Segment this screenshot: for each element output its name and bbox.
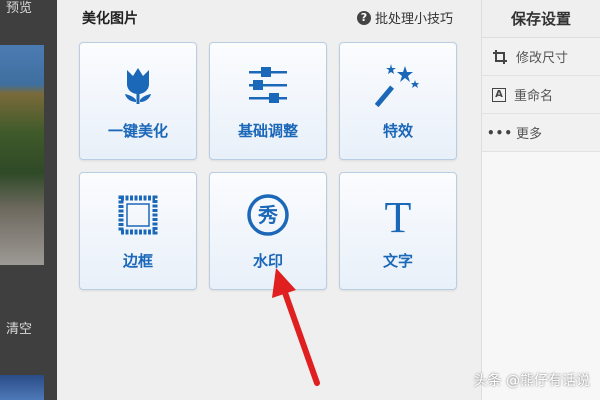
tulip-icon bbox=[125, 67, 151, 104]
save-settings-title[interactable]: 保存设置 bbox=[482, 0, 600, 38]
watermark-button[interactable]: 秀 水印 bbox=[209, 172, 327, 290]
seal-char: 秀 bbox=[257, 203, 278, 227]
text-icon: T bbox=[385, 193, 412, 238]
source-watermark: 头条 @熊仔有话说 bbox=[473, 373, 590, 389]
watermark-seal-icon: 秀 bbox=[247, 193, 289, 236]
image-thumbnail[interactable] bbox=[0, 45, 44, 265]
save-settings-panel: 保存设置 修改尺寸 A 重命名 ••• 更多 bbox=[481, 0, 600, 400]
left-preview-strip: 预览 清空 bbox=[0, 0, 57, 400]
frame-button[interactable]: 边框 bbox=[79, 172, 197, 290]
magic-wand-icon bbox=[375, 63, 419, 107]
frame-icon bbox=[118, 195, 158, 234]
question-icon: ? bbox=[356, 10, 371, 25]
rename-button[interactable]: A 重命名 bbox=[482, 76, 600, 114]
rename-icon: A bbox=[492, 87, 506, 102]
side-item-label: 重命名 bbox=[514, 89, 554, 104]
tile-label: 文字 bbox=[382, 251, 413, 270]
tile-label: 一键美化 bbox=[107, 121, 168, 140]
tips-link-label: 批处理小技巧 bbox=[374, 12, 453, 27]
one-click-beautify-button[interactable]: 一键美化 bbox=[79, 42, 197, 160]
text-button[interactable]: T 文字 bbox=[339, 172, 457, 290]
panel-title: 美化图片 bbox=[82, 11, 138, 27]
more-icon: ••• bbox=[487, 125, 514, 140]
text-glyph: T bbox=[385, 193, 412, 238]
basic-adjust-button[interactable]: 基础调整 bbox=[209, 42, 327, 160]
image-thumbnail[interactable] bbox=[0, 375, 44, 400]
more-button[interactable]: ••• 更多 bbox=[482, 114, 600, 152]
sliders-icon bbox=[249, 66, 287, 103]
batch-tips-link[interactable]: ? 批处理小技巧 bbox=[356, 8, 453, 27]
preview-label[interactable]: 预览 bbox=[6, 0, 32, 16]
tile-label: 基础调整 bbox=[237, 121, 298, 140]
clear-button[interactable]: 清空 bbox=[6, 318, 32, 337]
tile-label: 水印 bbox=[252, 251, 283, 270]
tile-label: 特效 bbox=[382, 121, 413, 140]
side-item-label: 更多 bbox=[516, 127, 543, 142]
effects-button[interactable]: 特效 bbox=[339, 42, 457, 160]
crop-icon bbox=[492, 49, 508, 65]
side-item-label: 修改尺寸 bbox=[516, 51, 569, 66]
tile-label: 边框 bbox=[122, 251, 153, 270]
resize-button[interactable]: 修改尺寸 bbox=[482, 38, 600, 76]
beautify-panel: 美化图片 ? 批处理小技巧 一键美化 基础调整 特效 边框 秀 水印 T 文字 bbox=[57, 0, 481, 400]
